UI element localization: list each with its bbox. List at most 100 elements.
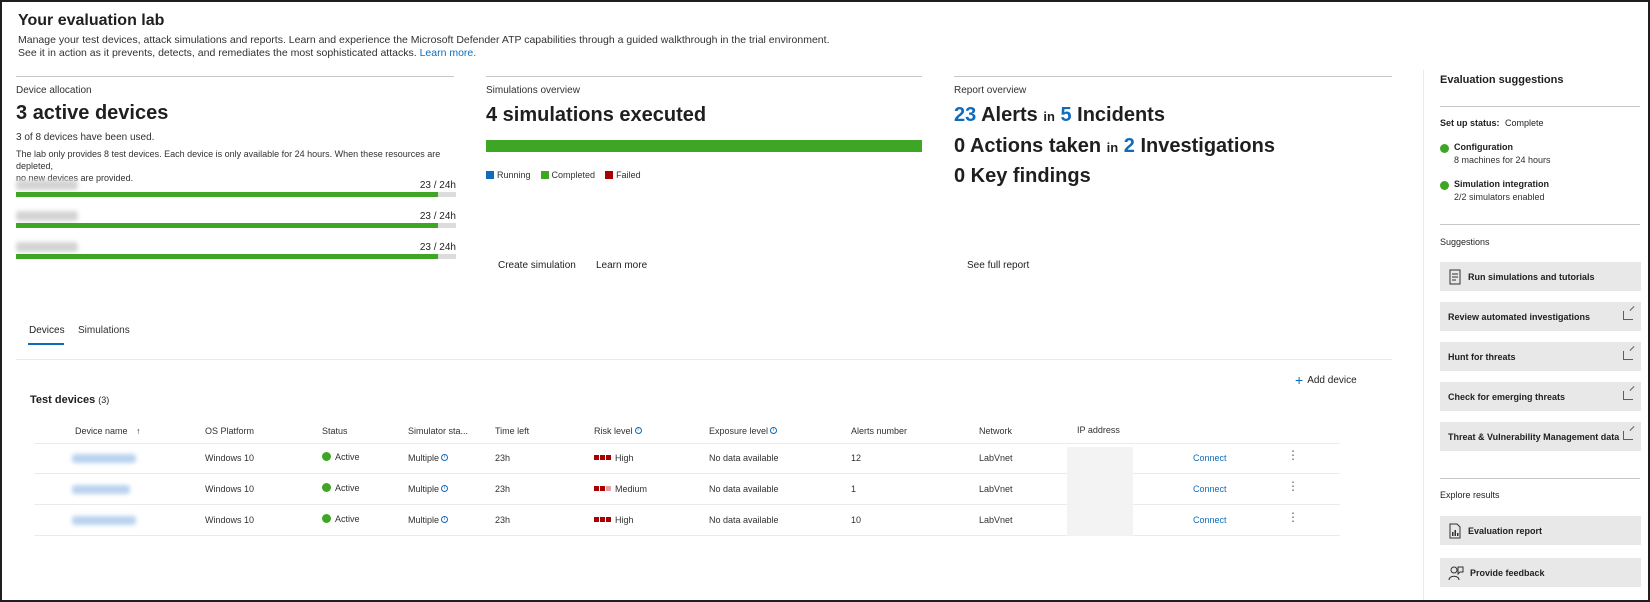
network-cell: LabVnet xyxy=(979,453,1013,463)
review-investigations-button[interactable]: Review automated investigations xyxy=(1440,302,1641,331)
learn-more-link[interactable]: Learn more. xyxy=(420,47,477,59)
page-title: Your evaluation lab xyxy=(18,12,165,29)
status-item-configuration: Configuration 8 machines for 24 hours xyxy=(1440,142,1551,165)
simulator-status-text: Multiple xyxy=(408,515,440,525)
status-cell: Active xyxy=(322,483,360,493)
status-title: Simulation integration xyxy=(1454,179,1550,189)
feedback-icon xyxy=(1448,566,1464,580)
intro-line-2: See it in action as it prevents, detects… xyxy=(18,47,417,59)
device-allocation-row: 23 / 24h xyxy=(16,211,456,233)
column-risk-level[interactable]: Risk level i xyxy=(594,426,642,436)
risk-level-text: Medium xyxy=(615,484,648,494)
column-os-platform[interactable]: OS Platform xyxy=(205,426,254,436)
time-left-cell: 23h xyxy=(495,484,511,494)
evaluation-suggestions-title: Evaluation suggestions xyxy=(1440,74,1564,86)
column-exposure-level[interactable]: Exposure level i xyxy=(709,426,778,436)
risk-bar-segment xyxy=(594,486,599,491)
divider xyxy=(16,76,454,77)
time-left-cell: 23h xyxy=(495,515,511,525)
setup-status: Set up status: Complete xyxy=(1440,118,1544,128)
alerts-number-cell: 1 xyxy=(851,484,857,494)
status-text: Active xyxy=(335,514,360,524)
row-divider xyxy=(34,473,1340,474)
evaluation-report-label: Evaluation report xyxy=(1468,525,1543,536)
tab-devices[interactable]: Devices xyxy=(29,325,65,336)
simulations-learn-more-link[interactable]: Learn more xyxy=(596,260,647,271)
column-risk-level-label: Risk level xyxy=(594,426,633,436)
intro-text: Manage your test devices, attack simulat… xyxy=(18,34,898,60)
device-time-bar xyxy=(16,192,456,197)
status-cell: Active xyxy=(322,514,360,524)
divider xyxy=(1440,478,1640,479)
external-link-icon xyxy=(1623,311,1633,320)
simulator-status-cell: Multiple i xyxy=(408,515,449,525)
device-time-bar xyxy=(16,254,456,259)
info-icon[interactable]: i xyxy=(441,485,449,492)
column-time-left[interactable]: Time left xyxy=(495,426,529,436)
network-cell: LabVnet xyxy=(979,484,1013,494)
test-devices-title-text: Test devices xyxy=(30,394,96,406)
evaluation-report-button[interactable]: Evaluation report xyxy=(1440,516,1641,545)
os-platform-cell: Windows 10 xyxy=(205,515,255,525)
device-time-fill xyxy=(16,192,438,197)
column-ip-address[interactable]: IP address xyxy=(1077,425,1120,435)
see-full-report-button[interactable]: See full report xyxy=(967,260,1029,271)
run-simulations-button[interactable]: Run simulations and tutorials xyxy=(1440,262,1641,291)
risk-level-text: High xyxy=(615,453,634,463)
devices-used-text: 3 of 8 devices have been used. xyxy=(16,132,155,143)
info-icon[interactable]: i xyxy=(441,516,449,523)
device-name-link-redacted[interactable] xyxy=(72,454,136,463)
row-divider xyxy=(34,535,1340,536)
create-simulation-button[interactable]: Create simulation xyxy=(498,260,576,271)
divider xyxy=(486,76,922,77)
connect-link[interactable]: Connect xyxy=(1193,484,1227,494)
risk-bar-segment xyxy=(606,517,611,522)
external-link-icon xyxy=(1623,431,1633,440)
device-time-used: 23 / 24h xyxy=(419,180,456,191)
connect-link[interactable]: Connect xyxy=(1193,453,1227,463)
hunt-threats-button[interactable]: Hunt for threats xyxy=(1440,342,1641,371)
status-text: Active xyxy=(335,483,360,493)
simulator-status-cell: Multiple i xyxy=(408,484,449,494)
sidebar-divider xyxy=(1423,70,1424,600)
tab-simulations[interactable]: Simulations xyxy=(78,325,130,336)
connect-link[interactable]: Connect xyxy=(1193,515,1227,525)
status-item-simulation-integration: Simulation integration 2/2 simulators en… xyxy=(1440,179,1549,202)
device-note-line-1: The lab only provides 8 test devices. Ea… xyxy=(16,149,441,171)
column-simulator-status[interactable]: Simulator sta... xyxy=(408,426,468,436)
risk-bar-segment xyxy=(606,455,611,460)
more-options-icon[interactable]: ⋮ xyxy=(1287,480,1299,492)
alerts-number-cell: 12 xyxy=(851,453,862,463)
status-cell: Active xyxy=(322,452,360,462)
run-simulations-label: Run simulations and tutorials xyxy=(1468,271,1595,282)
column-network[interactable]: Network xyxy=(979,426,1012,436)
column-alerts-number[interactable]: Alerts number xyxy=(851,426,907,436)
tvm-data-button[interactable]: Threat & Vulnerability Management data xyxy=(1440,422,1641,451)
explore-results-label: Explore results xyxy=(1440,490,1500,500)
legend-label: Running xyxy=(497,170,531,180)
emerging-threats-label: Check for emerging threats xyxy=(1448,391,1566,402)
device-allocation-row: 23 / 24h xyxy=(16,180,456,202)
simulation-progress-bar xyxy=(486,140,922,152)
provide-feedback-button[interactable]: Provide feedback xyxy=(1440,558,1641,587)
emerging-threats-button[interactable]: Check for emerging threats xyxy=(1440,382,1641,411)
setup-status-label: Set up status: xyxy=(1440,118,1500,128)
column-device-name[interactable]: Device name ↑ xyxy=(75,426,141,436)
simulator-status-text: Multiple xyxy=(408,484,440,494)
more-options-icon[interactable]: ⋮ xyxy=(1287,511,1299,523)
column-status[interactable]: Status xyxy=(322,426,348,436)
info-icon: i xyxy=(770,427,778,434)
active-status-icon xyxy=(322,514,331,523)
info-icon[interactable]: i xyxy=(441,454,449,461)
tvm-data-label: Threat & Vulnerability Management data xyxy=(1448,431,1620,442)
tabs-divider xyxy=(16,359,1392,360)
device-name-link-redacted[interactable] xyxy=(72,516,136,525)
status-sub: 8 machines for 24 hours xyxy=(1454,155,1551,165)
device-name-link-redacted[interactable] xyxy=(72,485,130,494)
add-device-button[interactable]: + Add device xyxy=(1295,372,1357,388)
incidents-text: Incidents xyxy=(1077,104,1165,126)
device-note: The lab only provides 8 test devices. Ea… xyxy=(16,148,466,184)
device-allocation-label: Device allocation xyxy=(16,85,92,96)
more-options-icon[interactable]: ⋮ xyxy=(1287,449,1299,461)
table-header-divider xyxy=(34,443,1340,444)
